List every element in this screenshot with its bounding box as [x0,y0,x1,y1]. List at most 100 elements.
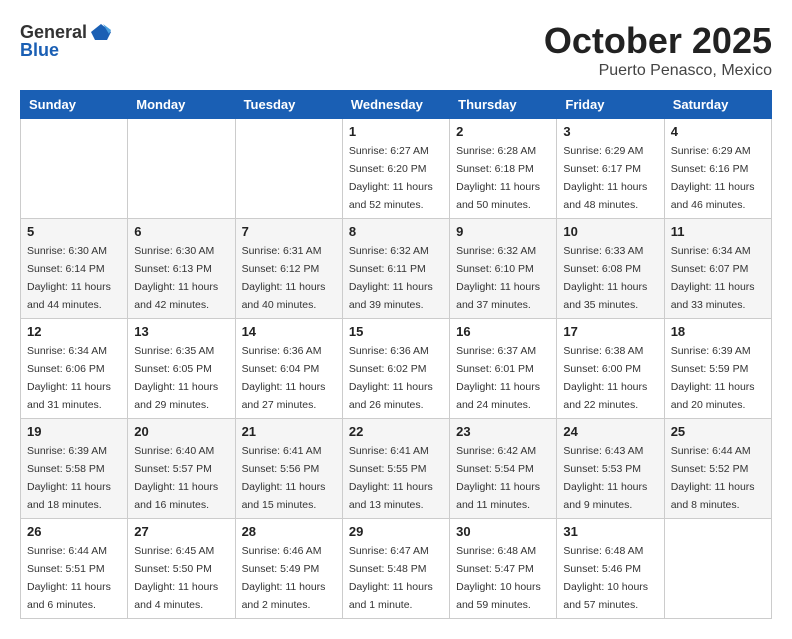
calendar-cell: 14 Sunrise: 6:36 AMSunset: 6:04 PMDaylig… [235,319,342,419]
weekday-header-wednesday: Wednesday [342,91,449,119]
day-detail: Sunrise: 6:36 AMSunset: 6:02 PMDaylight:… [349,345,433,411]
calendar-cell: 10 Sunrise: 6:33 AMSunset: 6:08 PMDaylig… [557,219,664,319]
calendar-cell: 17 Sunrise: 6:38 AMSunset: 6:00 PMDaylig… [557,319,664,419]
day-number: 24 [563,424,657,439]
calendar-table: SundayMondayTuesdayWednesdayThursdayFrid… [20,90,772,619]
weekday-header-friday: Friday [557,91,664,119]
weekday-header-thursday: Thursday [450,91,557,119]
day-detail: Sunrise: 6:29 AMSunset: 6:16 PMDaylight:… [671,145,755,211]
calendar-cell: 31 Sunrise: 6:48 AMSunset: 5:46 PMDaylig… [557,519,664,619]
day-number: 8 [349,224,443,239]
calendar-week-row: 12 Sunrise: 6:34 AMSunset: 6:06 PMDaylig… [21,319,772,419]
weekday-header-sunday: Sunday [21,91,128,119]
day-detail: Sunrise: 6:30 AMSunset: 6:13 PMDaylight:… [134,245,218,311]
calendar-cell: 21 Sunrise: 6:41 AMSunset: 5:56 PMDaylig… [235,419,342,519]
day-number: 14 [242,324,336,339]
location-title: Puerto Penasco, Mexico [544,62,772,80]
calendar-cell [21,119,128,219]
day-number: 26 [27,524,121,539]
calendar-cell: 4 Sunrise: 6:29 AMSunset: 6:16 PMDayligh… [664,119,771,219]
day-number: 16 [456,324,550,339]
day-detail: Sunrise: 6:31 AMSunset: 6:12 PMDaylight:… [242,245,326,311]
day-detail: Sunrise: 6:32 AMSunset: 6:11 PMDaylight:… [349,245,433,311]
calendar-cell [235,119,342,219]
day-number: 18 [671,324,765,339]
calendar-cell [128,119,235,219]
calendar-cell: 12 Sunrise: 6:34 AMSunset: 6:06 PMDaylig… [21,319,128,419]
calendar-cell: 19 Sunrise: 6:39 AMSunset: 5:58 PMDaylig… [21,419,128,519]
calendar-cell: 23 Sunrise: 6:42 AMSunset: 5:54 PMDaylig… [450,419,557,519]
day-detail: Sunrise: 6:34 AMSunset: 6:07 PMDaylight:… [671,245,755,311]
day-number: 25 [671,424,765,439]
day-number: 17 [563,324,657,339]
title-area: October 2025 Puerto Penasco, Mexico [544,20,772,80]
calendar-cell: 8 Sunrise: 6:32 AMSunset: 6:11 PMDayligh… [342,219,449,319]
day-number: 29 [349,524,443,539]
day-detail: Sunrise: 6:33 AMSunset: 6:08 PMDaylight:… [563,245,647,311]
calendar-cell: 24 Sunrise: 6:43 AMSunset: 5:53 PMDaylig… [557,419,664,519]
day-detail: Sunrise: 6:29 AMSunset: 6:17 PMDaylight:… [563,145,647,211]
day-number: 5 [27,224,121,239]
day-number: 22 [349,424,443,439]
day-detail: Sunrise: 6:39 AMSunset: 5:58 PMDaylight:… [27,445,111,511]
day-number: 6 [134,224,228,239]
calendar-cell: 20 Sunrise: 6:40 AMSunset: 5:57 PMDaylig… [128,419,235,519]
day-number: 9 [456,224,550,239]
calendar-cell: 26 Sunrise: 6:44 AMSunset: 5:51 PMDaylig… [21,519,128,619]
header: General Blue October 2025 Puerto Penasco… [20,20,772,80]
calendar-cell: 28 Sunrise: 6:46 AMSunset: 5:49 PMDaylig… [235,519,342,619]
calendar-cell: 30 Sunrise: 6:48 AMSunset: 5:47 PMDaylig… [450,519,557,619]
day-detail: Sunrise: 6:46 AMSunset: 5:49 PMDaylight:… [242,545,326,611]
day-number: 7 [242,224,336,239]
day-number: 3 [563,124,657,139]
day-number: 2 [456,124,550,139]
day-detail: Sunrise: 6:44 AMSunset: 5:52 PMDaylight:… [671,445,755,511]
day-detail: Sunrise: 6:39 AMSunset: 5:59 PMDaylight:… [671,345,755,411]
day-detail: Sunrise: 6:42 AMSunset: 5:54 PMDaylight:… [456,445,540,511]
day-number: 12 [27,324,121,339]
day-number: 27 [134,524,228,539]
calendar-cell: 7 Sunrise: 6:31 AMSunset: 6:12 PMDayligh… [235,219,342,319]
logo-blue: Blue [20,40,59,61]
day-number: 20 [134,424,228,439]
day-number: 11 [671,224,765,239]
weekday-header-row: SundayMondayTuesdayWednesdayThursdayFrid… [21,91,772,119]
day-detail: Sunrise: 6:38 AMSunset: 6:00 PMDaylight:… [563,345,647,411]
day-detail: Sunrise: 6:43 AMSunset: 5:53 PMDaylight:… [563,445,647,511]
day-number: 30 [456,524,550,539]
day-detail: Sunrise: 6:30 AMSunset: 6:14 PMDaylight:… [27,245,111,311]
calendar-week-row: 26 Sunrise: 6:44 AMSunset: 5:51 PMDaylig… [21,519,772,619]
day-number: 19 [27,424,121,439]
weekday-header-saturday: Saturday [664,91,771,119]
calendar-cell: 15 Sunrise: 6:36 AMSunset: 6:02 PMDaylig… [342,319,449,419]
calendar-cell: 9 Sunrise: 6:32 AMSunset: 6:10 PMDayligh… [450,219,557,319]
day-number: 31 [563,524,657,539]
calendar-cell: 27 Sunrise: 6:45 AMSunset: 5:50 PMDaylig… [128,519,235,619]
day-detail: Sunrise: 6:37 AMSunset: 6:01 PMDaylight:… [456,345,540,411]
day-detail: Sunrise: 6:35 AMSunset: 6:05 PMDaylight:… [134,345,218,411]
day-detail: Sunrise: 6:41 AMSunset: 5:56 PMDaylight:… [242,445,326,511]
day-detail: Sunrise: 6:48 AMSunset: 5:47 PMDaylight:… [456,545,541,611]
calendar-cell: 2 Sunrise: 6:28 AMSunset: 6:18 PMDayligh… [450,119,557,219]
day-number: 1 [349,124,443,139]
day-detail: Sunrise: 6:48 AMSunset: 5:46 PMDaylight:… [563,545,648,611]
calendar-cell: 16 Sunrise: 6:37 AMSunset: 6:01 PMDaylig… [450,319,557,419]
day-detail: Sunrise: 6:34 AMSunset: 6:06 PMDaylight:… [27,345,111,411]
day-number: 4 [671,124,765,139]
day-number: 10 [563,224,657,239]
calendar-week-row: 5 Sunrise: 6:30 AMSunset: 6:14 PMDayligh… [21,219,772,319]
day-number: 23 [456,424,550,439]
calendar-cell: 18 Sunrise: 6:39 AMSunset: 5:59 PMDaylig… [664,319,771,419]
day-number: 13 [134,324,228,339]
day-detail: Sunrise: 6:27 AMSunset: 6:20 PMDaylight:… [349,145,433,211]
calendar-week-row: 1 Sunrise: 6:27 AMSunset: 6:20 PMDayligh… [21,119,772,219]
calendar-cell: 22 Sunrise: 6:41 AMSunset: 5:55 PMDaylig… [342,419,449,519]
calendar-cell: 29 Sunrise: 6:47 AMSunset: 5:48 PMDaylig… [342,519,449,619]
day-detail: Sunrise: 6:44 AMSunset: 5:51 PMDaylight:… [27,545,111,611]
calendar-cell: 5 Sunrise: 6:30 AMSunset: 6:14 PMDayligh… [21,219,128,319]
logo-icon [89,20,113,44]
calendar-cell [664,519,771,619]
day-detail: Sunrise: 6:28 AMSunset: 6:18 PMDaylight:… [456,145,540,211]
day-number: 28 [242,524,336,539]
day-detail: Sunrise: 6:41 AMSunset: 5:55 PMDaylight:… [349,445,433,511]
